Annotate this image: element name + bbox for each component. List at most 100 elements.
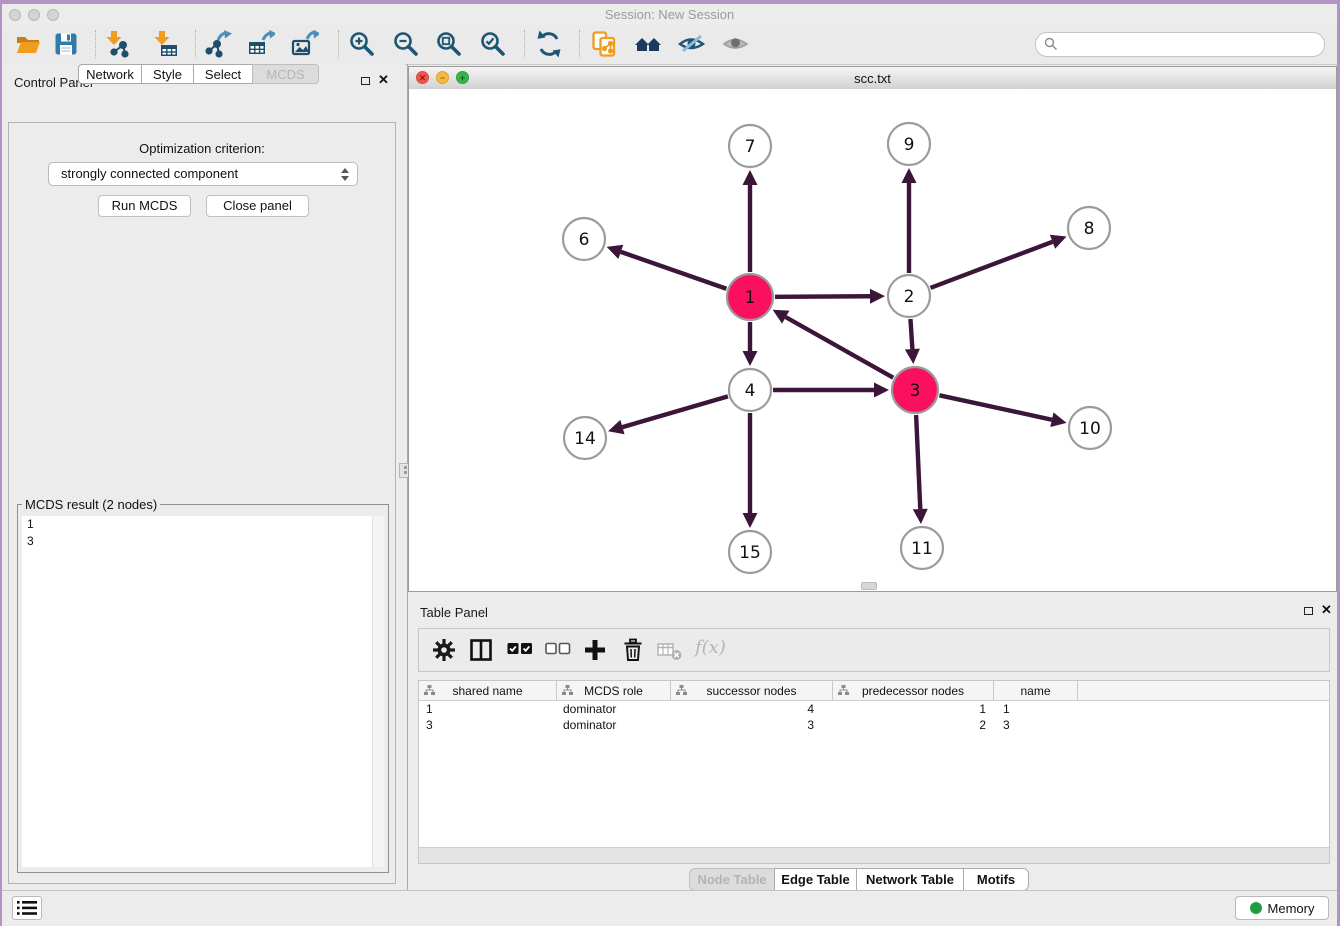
mcds-panel: Optimization criterion: strongly connect… — [8, 122, 396, 884]
memory-button[interactable]: Memory — [1235, 896, 1329, 920]
mcds-result-title: MCDS result (2 nodes) — [22, 497, 160, 512]
column-header-successor-nodes[interactable]: successor nodes — [671, 681, 833, 700]
window-titlebar: Session: New Session — [2, 4, 1337, 27]
graph-edge[interactable] — [910, 319, 912, 349]
table-row[interactable]: 3dominator323 — [419, 717, 1329, 733]
graph-edge[interactable] — [621, 252, 727, 289]
mcds-result-text[interactable]: 1 3 — [22, 516, 384, 867]
table-panel-title: Table Panel — [420, 605, 488, 620]
edge-arrowhead — [743, 513, 758, 528]
edge-arrowhead — [743, 351, 758, 366]
edge-arrowhead — [905, 349, 920, 364]
node-table[interactable]: shared nameMCDS rolesuccessor nodesprede… — [418, 680, 1330, 864]
tab-network-table[interactable]: Network Table — [856, 868, 964, 891]
table-cell[interactable]: 1 — [419, 701, 557, 717]
toolbar-separator — [95, 30, 96, 58]
table-cell[interactable]: dominator — [557, 717, 671, 733]
network-canvas[interactable]: 7968124314101511 — [409, 89, 1336, 591]
tab-mcds[interactable]: MCDS — [252, 64, 319, 84]
function-builder-icon: f(x) — [695, 637, 726, 658]
select-stepper-icon — [340, 167, 350, 182]
result-scrollbar[interactable] — [372, 516, 384, 867]
close-table-panel-icon[interactable]: ✕ — [1321, 605, 1332, 615]
zoom-in-icon[interactable] — [348, 30, 376, 58]
tab-style[interactable]: Style — [141, 64, 194, 84]
mcds-result-box: MCDS result (2 nodes) 1 3 — [17, 497, 389, 873]
column-header-name[interactable]: name — [994, 681, 1078, 700]
refresh-view-icon[interactable] — [535, 30, 563, 58]
import-table-icon[interactable] — [151, 30, 179, 58]
table-cell[interactable]: 1 — [833, 701, 994, 717]
table-cell[interactable]: 3 — [419, 717, 557, 733]
toolbar-separator — [338, 30, 339, 58]
optimization-label: Optimization criterion: — [9, 141, 395, 156]
save-session-icon[interactable] — [52, 30, 80, 58]
edge-arrowhead — [607, 245, 624, 259]
table-cell[interactable]: dominator — [557, 701, 671, 717]
graph-edge[interactable] — [622, 396, 727, 427]
tab-select[interactable]: Select — [193, 64, 253, 84]
search-input[interactable] — [1062, 34, 1316, 55]
tab-motifs[interactable]: Motifs — [963, 868, 1029, 891]
clone-network-icon[interactable] — [590, 30, 618, 58]
graph-edge[interactable] — [931, 242, 1053, 288]
edge-arrowhead — [608, 420, 624, 434]
toolbar-separator — [195, 30, 196, 58]
table-hscrollbar[interactable] — [419, 847, 1329, 863]
node-label: 1 — [745, 288, 756, 308]
edge-arrowhead — [902, 168, 917, 183]
delete-rows-trash-icon[interactable] — [621, 638, 645, 667]
home-view-icon[interactable] — [634, 30, 662, 58]
graph-edge[interactable] — [916, 415, 920, 509]
hide-panel-eye-icon[interactable] — [678, 30, 706, 58]
zoom-out-icon[interactable] — [392, 30, 420, 58]
export-network-icon[interactable] — [204, 30, 232, 58]
float-table-panel-icon[interactable] — [1304, 607, 1313, 615]
tab-node-table[interactable]: Node Table — [689, 868, 775, 891]
table-panel: Table Panel ✕ f(x) — [408, 596, 1337, 893]
node-label: 8 — [1084, 219, 1095, 239]
add-row-plus-icon[interactable] — [583, 638, 607, 667]
table-settings-gear-icon[interactable] — [432, 638, 456, 667]
table-header-row: shared nameMCDS rolesuccessor nodesprede… — [419, 681, 1329, 701]
table-cell[interactable]: 4 — [671, 701, 833, 717]
open-session-icon[interactable] — [14, 30, 42, 58]
node-label: 2 — [904, 287, 915, 307]
import-network-icon[interactable] — [103, 30, 131, 58]
table-cell[interactable]: 3 — [994, 717, 1078, 733]
table-row[interactable]: 1dominator411 — [419, 701, 1329, 717]
toolbar-separator — [524, 30, 525, 58]
graph-edge[interactable] — [786, 317, 894, 378]
network-window-title: scc.txt — [409, 71, 1336, 86]
deselect-all-icon[interactable] — [545, 642, 571, 661]
show-columns-icon[interactable] — [469, 638, 493, 667]
task-history-button[interactable] — [12, 896, 42, 920]
main-toolbar — [2, 26, 1337, 65]
run-mcds-button[interactable]: Run MCDS — [98, 195, 191, 217]
export-table-icon[interactable] — [247, 30, 275, 58]
table-cell[interactable]: 3 — [671, 717, 833, 733]
delete-table-icon — [657, 643, 683, 666]
close-panel-icon[interactable]: ✕ — [378, 75, 389, 85]
float-panel-icon[interactable] — [361, 77, 370, 85]
network-resize-grip[interactable] — [861, 582, 877, 590]
graph-edge[interactable] — [775, 296, 870, 297]
column-header-predecessor-nodes[interactable]: predecessor nodes — [833, 681, 994, 700]
select-all-icon[interactable] — [507, 642, 533, 661]
search-field[interactable] — [1035, 32, 1325, 57]
show-panel-eye-icon[interactable] — [722, 30, 750, 58]
optimization-select[interactable]: strongly connected component — [48, 162, 358, 186]
table-cell[interactable]: 1 — [994, 701, 1078, 717]
tab-network[interactable]: Network — [78, 64, 142, 84]
toolbar-separator — [579, 30, 580, 58]
zoom-selected-icon[interactable] — [479, 30, 507, 58]
zoom-fit-icon[interactable] — [435, 30, 463, 58]
tab-edge-table[interactable]: Edge Table — [774, 868, 857, 891]
export-image-icon[interactable] — [291, 30, 319, 58]
table-cell[interactable]: 2 — [833, 717, 994, 733]
column-header-shared-name[interactable]: shared name — [419, 681, 557, 700]
edge-arrowhead — [874, 383, 889, 398]
column-header-MCDS-role[interactable]: MCDS role — [557, 681, 671, 700]
close-panel-button[interactable]: Close panel — [206, 195, 309, 217]
graph-edge[interactable] — [939, 395, 1051, 419]
